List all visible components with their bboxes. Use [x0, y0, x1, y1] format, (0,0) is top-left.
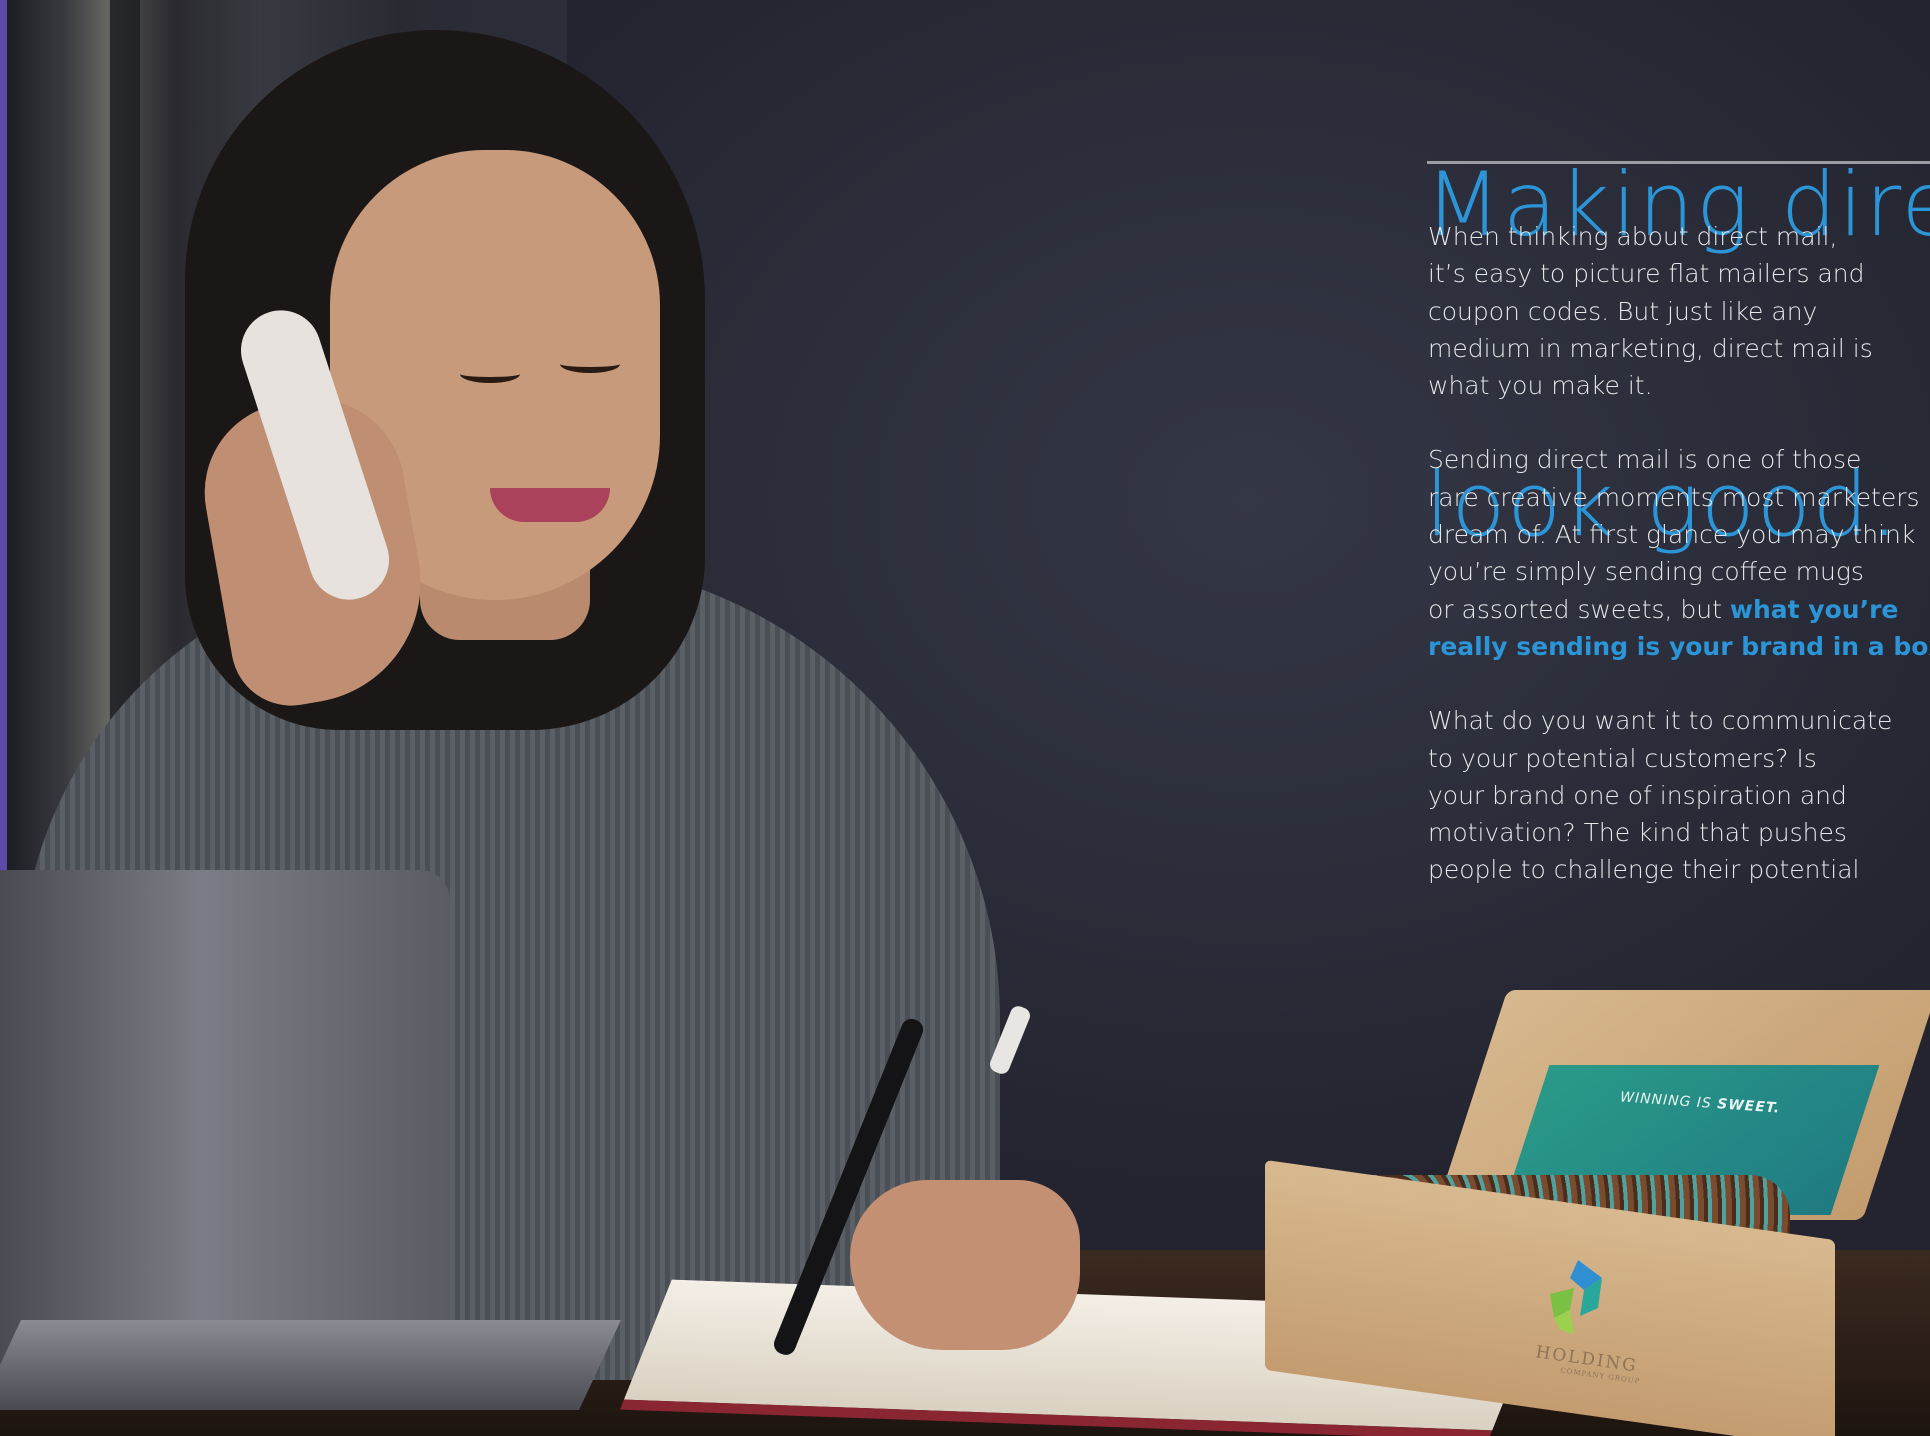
- laptop-base: [0, 1320, 621, 1410]
- paragraph-line: really sending is your brand in a box.: [1428, 628, 1930, 665]
- paragraph-line: medium in marketing, direct mail is: [1428, 333, 1873, 363]
- divider: [1427, 161, 1930, 164]
- person-eye-right: [560, 355, 620, 373]
- paragraph-line: your brand one of inspiration and: [1428, 780, 1847, 810]
- holding-logo-icon: [1550, 1260, 1602, 1334]
- person-hand-writing: [850, 1180, 1080, 1350]
- paragraph-line: rare creative moments most marketers: [1428, 482, 1920, 512]
- highlight-text: really sending is your brand in a box: [1428, 631, 1930, 661]
- paragraph-1: When thinking about direct mail, it’s ea…: [1428, 218, 1930, 404]
- page: WINNING IS SWEET. HOLDING COMPANY GROUP …: [0, 0, 1930, 1436]
- paragraph-line: dream of. At first glance you may think: [1428, 520, 1916, 550]
- paragraph-line: or assorted sweets, but what you’re: [1428, 591, 1930, 628]
- paragraph-text: or assorted sweets, but: [1428, 594, 1730, 624]
- paragraph-line: you’re simply sending coffee mugs: [1428, 557, 1864, 587]
- paragraph-line: to your potential customers? Is: [1428, 743, 1817, 773]
- paragraph-line: it’s easy to picture flat mailers and: [1428, 259, 1865, 289]
- paragraph-3: What do you want it to communicate to yo…: [1428, 702, 1930, 888]
- paragraph-line: Sending direct mail is one of those: [1428, 445, 1862, 475]
- paragraph-2: Sending direct mail is one of those rare…: [1428, 441, 1930, 665]
- body-copy: When thinking about direct mail, it’s ea…: [1428, 218, 1930, 926]
- paragraph-line: coupon codes. But just like any: [1428, 296, 1818, 326]
- paragraph-line: What do you want it to communicate: [1428, 706, 1893, 736]
- paragraph-line: When thinking about direct mail,: [1428, 222, 1838, 251]
- paragraph-line: motivation? The kind that pushes: [1428, 818, 1847, 848]
- paragraph-line: what you make it.: [1428, 371, 1653, 401]
- paragraph-line: people to challenge their potential: [1428, 855, 1860, 885]
- person-lips: [490, 488, 610, 522]
- highlight-text: what you’re: [1729, 594, 1899, 624]
- person-eye-left: [460, 365, 520, 383]
